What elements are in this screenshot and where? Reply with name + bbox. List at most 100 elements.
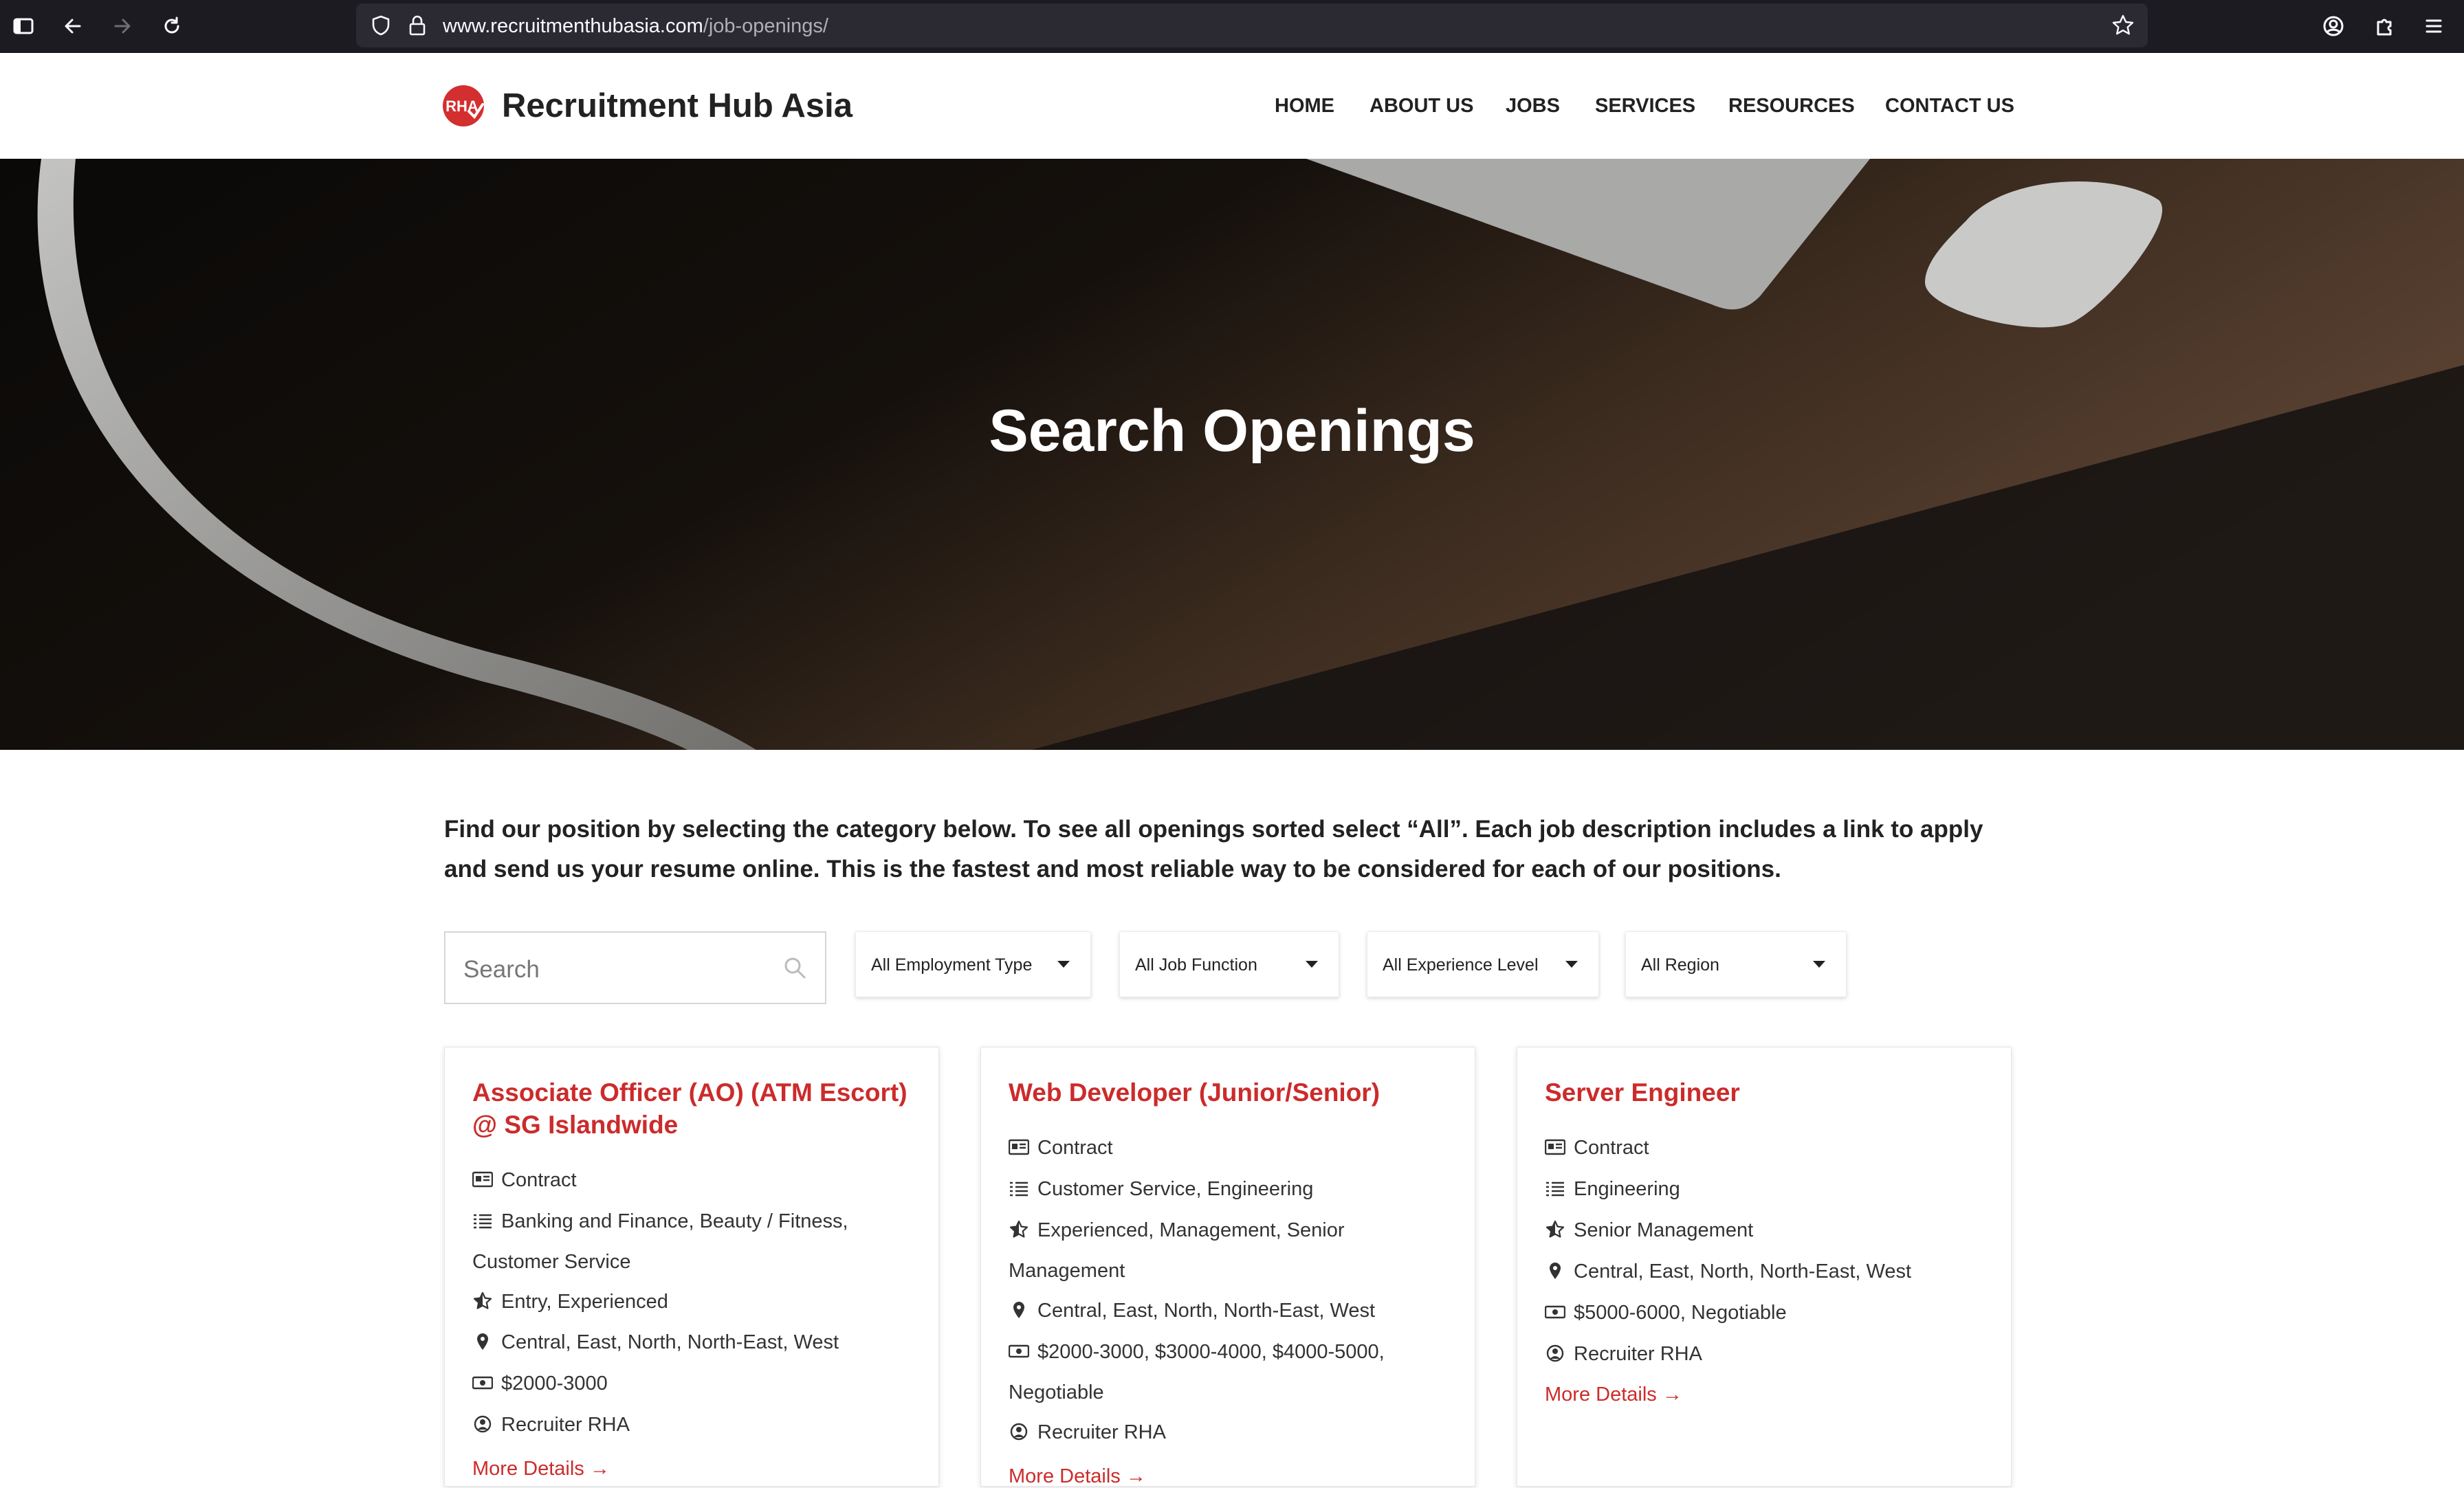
job-employment-type-text: Contract [501,1169,577,1191]
menu-icon[interactable] [2420,12,2448,40]
reload-icon[interactable] [158,12,186,40]
id-card-icon [1009,1139,1029,1155]
job-function-text: Customer Service, Engineering [1037,1178,1314,1200]
map-pin-icon [1550,1263,1561,1279]
job-salary-text: $2000-3000 [501,1373,608,1395]
money-bill-icon [472,1376,493,1390]
job-title-link[interactable]: Associate Officer (AO) (ATM Escort) @ SG… [472,1076,912,1141]
job-function: Banking and Finance, Beauty / Fitness, C… [472,1201,912,1282]
job-experience-text: Experienced, Management, Senior Manageme… [1009,1219,1345,1282]
shield-icon[interactable] [368,13,393,38]
extensions-icon[interactable] [2370,12,2398,40]
url-path: /job-openings/ [703,15,828,37]
job-employment-type: Contract [1009,1128,1449,1168]
job-function: Engineering [1545,1169,1985,1210]
job-employment-type-text: Contract [1037,1137,1113,1159]
job-title-link[interactable]: Web Developer (Junior/Senior) [1009,1076,1449,1109]
nav-jobs[interactable]: JOBS [1506,95,1560,118]
chevron-down-icon [1057,961,1070,968]
employment-type-select[interactable]: All Employment Type [855,931,1091,997]
job-function-text: Engineering [1574,1178,1680,1200]
job-employment-type: Contract [472,1160,912,1201]
job-recruiter: Recruiter RHA [1545,1334,1985,1375]
user-circle-icon [474,1415,492,1433]
logo-text: RHA [446,98,478,115]
chevron-down-icon [1306,961,1318,968]
bookmark-star-icon[interactable] [2111,13,2135,38]
job-recruiter: Recruiter RHA [472,1405,912,1445]
browser-toolbar: www.recruitmenthubasia.com/job-openings/ [0,0,2464,53]
search-placeholder: Search [463,956,540,983]
id-card-icon [472,1171,493,1188]
brand-name[interactable]: Recruitment Hub Asia [502,87,852,125]
page-title: Search Openings [989,398,1475,464]
job-card: Server Engineer Contract Engineering Sen… [1517,1047,2012,1487]
chevron-down-icon [1565,961,1578,968]
star-half-icon [473,1292,492,1309]
job-region: Central, East, North, North-East, West [472,1322,912,1363]
job-region: Central, East, North, North-East, West [1545,1252,1985,1292]
money-bill-icon [1545,1305,1565,1319]
list-icon [1010,1181,1028,1197]
sidebar-toggle-icon[interactable] [10,12,37,40]
site-header: RHA Recruitment Hub Asia HOME ABOUT US J… [0,53,2464,159]
experience-level-select[interactable]: All Experience Level [1367,931,1599,997]
job-region-text: Central, East, North, North-East, West [501,1331,839,1353]
job-experience: Senior Management [1545,1210,1985,1251]
url-host: www.recruitmenthubasia.com [443,15,703,37]
job-experience-text: Senior Management [1574,1219,1754,1241]
job-salary-text: $5000-6000, Negotiable [1574,1302,1787,1324]
more-details-link[interactable]: More Details → [1545,1384,1682,1406]
back-icon[interactable] [59,12,87,40]
region-select[interactable]: All Region [1625,931,1847,997]
lock-icon[interactable] [406,13,429,38]
star-half-icon [1009,1221,1028,1238]
user-circle-icon [1546,1344,1564,1362]
job-employment-type-text: Contract [1574,1137,1649,1159]
forward-icon[interactable] [109,12,136,40]
map-pin-icon [1013,1302,1024,1318]
job-recruiter-text: Recruiter RHA [1037,1421,1166,1443]
job-region-text: Central, East, North, North-East, West [1037,1300,1376,1322]
user-circle-icon [1010,1423,1028,1441]
search-icon[interactable] [782,955,807,980]
job-employment-type: Contract [1545,1128,1985,1168]
nav-about-us[interactable]: ABOUT US [1370,95,1473,118]
account-icon[interactable] [2320,12,2347,40]
id-card-icon [1545,1139,1565,1155]
experience-level-value: All Experience Level [1383,955,1539,975]
job-salary: $5000-6000, Negotiable [1545,1293,1985,1333]
job-salary: $2000-3000 [472,1364,912,1404]
job-region: Central, East, North, North-East, West [1009,1291,1449,1331]
more-details-link[interactable]: More Details → [1009,1465,1146,1488]
address-bar[interactable]: www.recruitmenthubasia.com/job-openings/ [356,3,2148,47]
intro-text: Find our position by selecting the categ… [444,816,1983,882]
job-function-text: Banking and Finance, Beauty / Fitness, C… [472,1210,848,1273]
nav-contact-us[interactable]: CONTACT US [1885,95,2014,118]
job-card: Associate Officer (AO) (ATM Escort) @ SG… [444,1047,939,1487]
more-details-link[interactable]: More Details → [472,1458,610,1480]
hero-banner: Search Openings [0,159,2464,750]
job-card: Web Developer (Junior/Senior) Contract C… [980,1047,1475,1487]
job-recruiter-text: Recruiter RHA [501,1414,630,1436]
job-title-link[interactable]: Server Engineer [1545,1076,1985,1109]
nav-resources[interactable]: RESOURCES [1728,95,1855,118]
star-half-icon [1546,1221,1565,1238]
logo[interactable]: RHA [441,84,485,128]
job-function-value: All Job Function [1135,955,1257,975]
nav-home[interactable]: HOME [1275,95,1334,118]
job-experience: Experienced, Management, Senior Manageme… [1009,1210,1449,1291]
job-salary-text: $2000-3000, $3000-4000, $4000-5000, Nego… [1009,1341,1385,1403]
job-function-select[interactable]: All Job Function [1119,931,1339,997]
job-region-text: Central, East, North, North-East, West [1574,1261,1912,1282]
job-experience: Entry, Experienced [472,1282,912,1322]
region-value: All Region [1641,955,1719,975]
chevron-down-icon [1813,961,1825,968]
url-text[interactable]: www.recruitmenthubasia.com/job-openings/ [443,15,828,38]
job-recruiter-text: Recruiter RHA [1574,1343,1702,1365]
nav-services[interactable]: SERVICES [1595,95,1695,118]
job-experience-text: Entry, Experienced [501,1291,668,1313]
search-input[interactable]: Search [444,931,826,1004]
map-pin-icon [477,1333,488,1350]
list-icon [474,1214,492,1229]
